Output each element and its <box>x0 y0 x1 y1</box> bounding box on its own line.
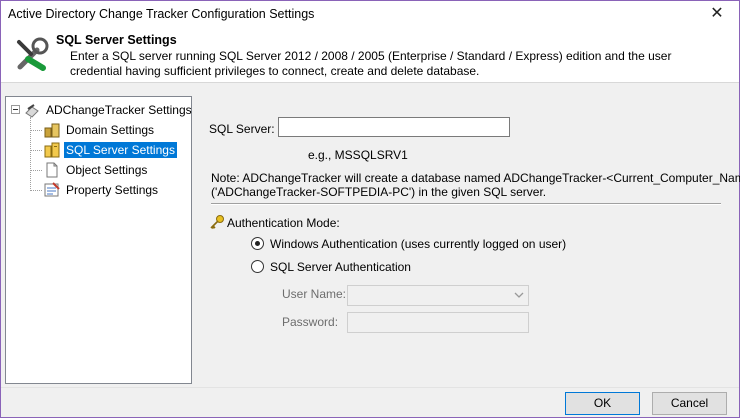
domain-icon <box>44 123 60 138</box>
property-icon <box>44 182 60 197</box>
auth-mode-label: Authentication Mode: <box>227 216 340 230</box>
key-icon <box>210 215 224 230</box>
username-combo[interactable] <box>347 285 529 306</box>
tree-connector <box>30 130 42 131</box>
windows-auth-radio[interactable] <box>251 237 264 250</box>
windows-auth-label[interactable]: Windows Authentication (uses currently l… <box>270 237 566 251</box>
password-input[interactable] <box>347 312 529 333</box>
sql-server-input[interactable] <box>278 117 510 137</box>
sql-auth-label[interactable]: SQL Server Authentication <box>270 260 411 274</box>
tree-item-label: Property Settings <box>66 183 159 197</box>
window-title: Active Directory Change Tracker Configur… <box>8 7 315 21</box>
example-hint: e.g., MSSQLSRV1 <box>308 148 408 162</box>
document-icon <box>46 162 58 178</box>
sql-server-label: SQL Server: <box>209 122 275 136</box>
note-line-2: ('ADChangeTracker-SOFTPEDIA-PC') in the … <box>211 185 547 199</box>
footer-divider <box>1 387 739 388</box>
page-description: Enter a SQL server running SQL Server 20… <box>70 49 672 78</box>
settings-tree: ADChangeTracker Settings Domain Settings… <box>5 96 192 384</box>
tree-item-label: Object Settings <box>66 163 148 177</box>
tree-connector <box>30 150 42 151</box>
dialog-window: Active Directory Change Tracker Configur… <box>0 0 740 418</box>
username-label: User Name: <box>282 287 347 301</box>
settings-root-icon <box>25 104 39 118</box>
sql-server-icon <box>44 142 60 158</box>
sql-auth-radio[interactable] <box>251 260 264 273</box>
collapse-toggle[interactable] <box>11 105 20 114</box>
divider <box>211 203 721 205</box>
note-line-1: Note: ADChangeTracker will create a data… <box>211 171 740 185</box>
tree-connector <box>30 170 42 171</box>
tree-item-label: Domain Settings <box>66 123 155 137</box>
tree-item-label: ADChangeTracker Settings <box>46 103 192 117</box>
close-button[interactable]: ✕ <box>695 1 739 29</box>
tree-item-label: SQL Server Settings <box>64 142 177 158</box>
tree-connector <box>30 117 31 189</box>
ok-button[interactable]: OK <box>565 392 640 415</box>
header-panel: SQL Server Settings Enter a SQL server r… <box>1 29 739 83</box>
page-title: SQL Server Settings <box>56 33 177 47</box>
sql-settings-panel: SQL Server: e.g., MSSQLSRV1 Note: ADChan… <box>196 96 740 386</box>
password-label: Password: <box>282 315 339 329</box>
cancel-button[interactable]: Cancel <box>652 392 727 415</box>
title-bar: Active Directory Change Tracker Configur… <box>1 1 739 29</box>
tree-connector <box>30 190 42 191</box>
chevron-down-icon <box>514 292 524 298</box>
tools-icon <box>17 37 49 71</box>
